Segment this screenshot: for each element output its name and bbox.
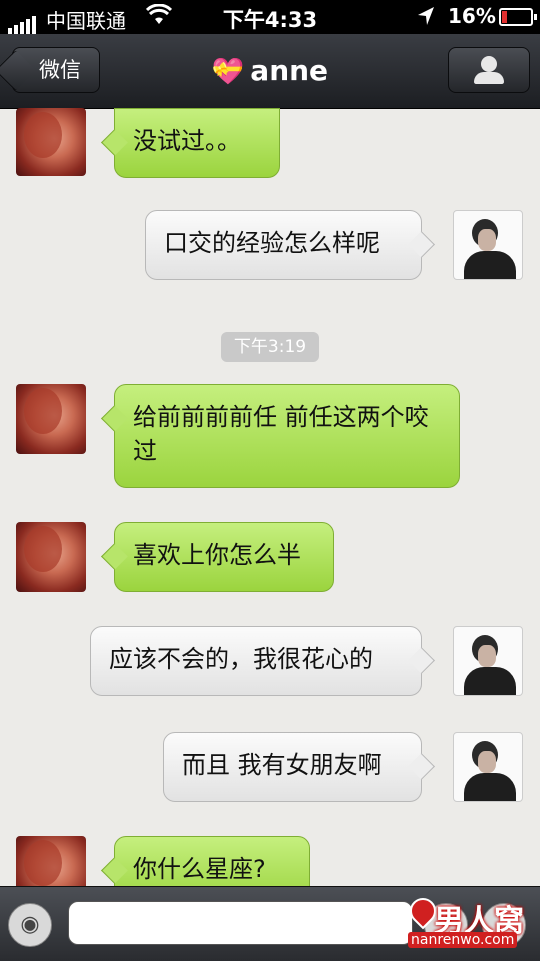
contact-name: anne <box>250 54 329 87</box>
chat-area[interactable]: 没试过。。 口交的经验怎么样呢 下午3:19 给前前前前任 前任这两个咬过 喜欢… <box>0 108 540 886</box>
heart-gift-icon: 💝 <box>211 57 245 87</box>
incoming-message[interactable]: 没试过。。 <box>114 108 280 178</box>
outgoing-message[interactable]: 口交的经验怎么样呢 <box>145 210 422 280</box>
voice-input-button[interactable]: ◉ <box>8 903 52 947</box>
nav-bar: 微信 💝 anne <box>0 34 540 109</box>
status-bar: 中国联通 下午4:33 16% <box>0 0 540 34</box>
message-input[interactable] <box>68 901 413 945</box>
incoming-message[interactable]: 你什么星座? <box>114 836 310 886</box>
outgoing-message[interactable]: 应该不会的，我很花心的 <box>90 626 422 696</box>
my-avatar[interactable] <box>453 732 523 802</box>
anne-avatar[interactable] <box>16 384 86 454</box>
battery-icon <box>499 8 537 26</box>
sound-wave-icon: ◉ <box>20 912 40 937</box>
battery-percent: 16% <box>448 4 496 28</box>
contact-profile-button[interactable] <box>448 47 530 93</box>
my-avatar[interactable] <box>453 626 523 696</box>
watermark-url: nanrenwo.com <box>408 932 518 948</box>
site-watermark: 男人窝 nanrenwo.com <box>404 892 536 956</box>
anne-avatar[interactable] <box>16 836 86 886</box>
message-timestamp: 下午3:19 <box>221 332 319 362</box>
outgoing-message[interactable]: 而且 我有女朋友啊 <box>163 732 422 802</box>
incoming-message[interactable]: 给前前前前任 前任这两个咬过 <box>114 384 460 488</box>
person-icon <box>481 56 497 72</box>
location-arrow-icon <box>416 5 436 32</box>
incoming-message[interactable]: 喜欢上你怎么半 <box>114 522 334 592</box>
my-avatar[interactable] <box>453 210 523 280</box>
anne-avatar[interactable] <box>16 108 86 176</box>
anne-avatar[interactable] <box>16 522 86 592</box>
